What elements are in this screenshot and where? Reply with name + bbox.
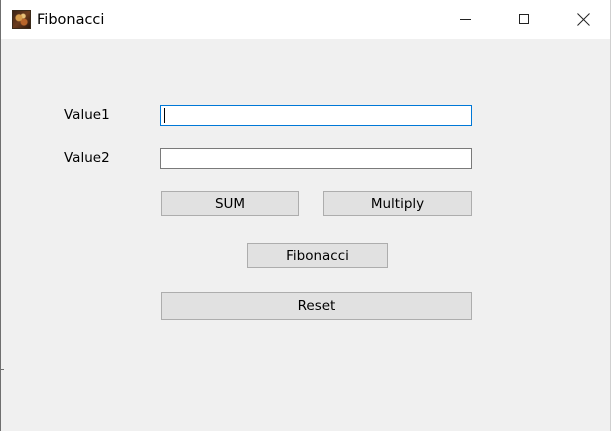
- fibonacci-button[interactable]: Fibonacci: [247, 243, 388, 268]
- multiply-button[interactable]: Multiply: [323, 191, 472, 216]
- fibonacci-app-icon: [12, 10, 31, 29]
- window-edge-mark: [1, 369, 4, 370]
- reset-button[interactable]: Reset: [161, 292, 472, 320]
- minimize-icon: [460, 19, 471, 20]
- close-button[interactable]: [560, 0, 606, 39]
- minimize-button[interactable]: [442, 0, 488, 39]
- value1-input[interactable]: [160, 105, 472, 126]
- value2-input[interactable]: [160, 148, 472, 169]
- close-icon: [577, 13, 590, 26]
- title-bar[interactable]: Fibonacci: [1, 0, 610, 39]
- value1-label: Value1: [64, 107, 110, 123]
- text-caret: [164, 108, 165, 123]
- value2-label: Value2: [64, 150, 110, 166]
- maximize-icon: [519, 14, 529, 24]
- maximize-button[interactable]: [501, 0, 547, 39]
- fibonacci-window: Fibonacci Value1 Value2 SUM Multiply Fib…: [0, 0, 611, 431]
- window-title: Fibonacci: [37, 12, 105, 28]
- sum-button[interactable]: SUM: [161, 191, 299, 216]
